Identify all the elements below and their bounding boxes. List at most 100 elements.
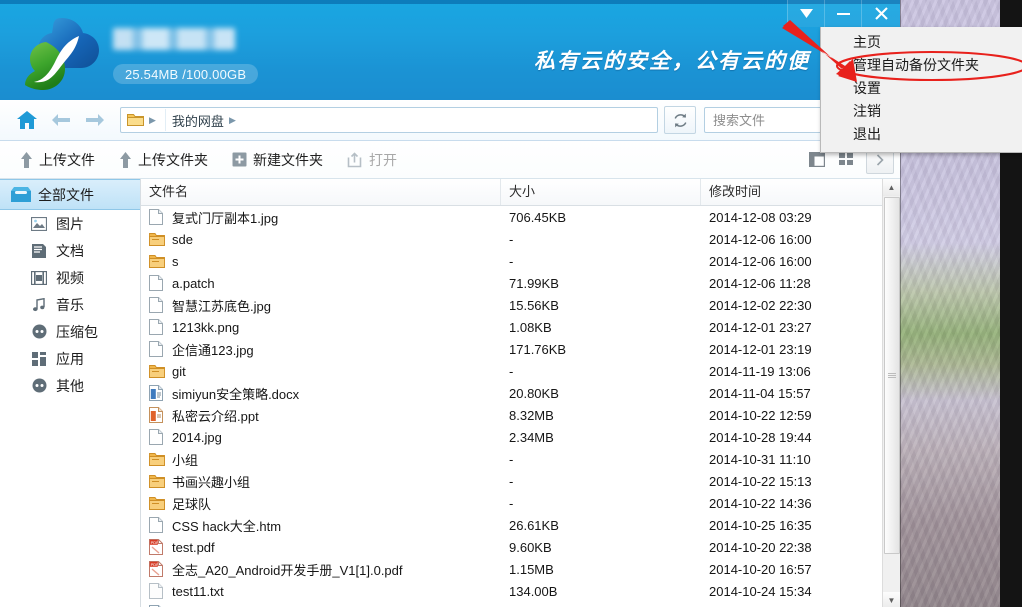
- file-name-cell[interactable]: 2014.jpg: [141, 429, 501, 445]
- file-name-text: 全志_A20_Android开发手册_V1[1].0.pdf: [172, 560, 403, 579]
- chevron-down-icon: [800, 9, 813, 18]
- menu-item-manage-auto-backup-folder[interactable]: 管理自动备份文件夹: [821, 54, 1022, 77]
- file-size-cell: 134.00B: [501, 584, 701, 599]
- new-folder-button[interactable]: 新建文件夹: [222, 146, 333, 174]
- sidebar-item-apps[interactable]: 应用: [0, 345, 140, 372]
- scroll-up-button[interactable]: ▲: [883, 179, 900, 196]
- file-name-text: 私密云介绍.ppt: [172, 406, 259, 425]
- table-row[interactable]: simiyun安全策略.docx20.80KB2014-11-04 15:57: [141, 382, 900, 404]
- sidebar-item-documents[interactable]: 文档: [0, 237, 140, 264]
- breadcrumb-item-my-drive[interactable]: 我的网盘: [166, 111, 224, 130]
- scroll-down-button[interactable]: ▼: [883, 592, 900, 607]
- table-row[interactable]: CSS hack大全.htm26.61KB2014-10-25 16:35: [141, 514, 900, 536]
- inbox-icon: [8, 186, 34, 203]
- upload-file-button[interactable]: 上传文件: [10, 146, 105, 174]
- table-row[interactable]: 企信通123.jpg171.76KB2014-12-01 23:19: [141, 338, 900, 360]
- plus-box-icon: [232, 152, 247, 167]
- folder-icon: [149, 453, 165, 466]
- file-name-cell[interactable]: s: [141, 253, 501, 269]
- file-name-cell[interactable]: a.patch: [141, 275, 501, 291]
- file-size-cell: -: [501, 496, 701, 511]
- file-name-cell[interactable]: CSS hack大全.htm: [141, 516, 501, 535]
- sidebar-item-pictures[interactable]: 图片: [0, 210, 140, 237]
- folder-icon: [149, 233, 165, 246]
- app-menu-arrow-button[interactable]: [787, 0, 824, 27]
- table-row[interactable]: 2014.jpg2.34MB2014-10-28 19:44: [141, 426, 900, 448]
- file-name-text: test.pdf: [172, 540, 215, 555]
- sidebar-item-all-files[interactable]: 全部文件: [0, 179, 140, 210]
- sidebar-item-videos[interactable]: 视频: [0, 264, 140, 291]
- table-row[interactable]: 小组-2014-10-31 11:10: [141, 448, 900, 470]
- file-text-icon: [149, 583, 163, 599]
- file-date-cell: 2014-10-24 15:34: [701, 584, 900, 599]
- sidebar-item-music[interactable]: 音乐: [0, 291, 140, 318]
- file-name-cell[interactable]: PDF全志_A20_Android开发手册_V1[1].0.pdf: [141, 560, 501, 579]
- close-button[interactable]: [861, 0, 900, 27]
- file-name-cell[interactable]: 小组: [141, 450, 501, 469]
- file-name-cell[interactable]: simiyun安全策略.docx: [141, 384, 501, 403]
- file-name-cell[interactable]: 书画兴趣小组: [141, 472, 501, 491]
- file-name-cell[interactable]: git: [141, 363, 501, 379]
- file-name-cell[interactable]: test11.txt: [141, 583, 501, 599]
- file-name-text: 复式门厅副本1.jpg: [172, 208, 278, 227]
- upload-folder-label: 上传文件夹: [138, 150, 208, 170]
- file-name-cell[interactable]: 私密云介绍.ppt: [141, 406, 501, 425]
- file-name-cell[interactable]: 智慧江苏底色.jpg: [141, 296, 501, 315]
- sidebar-item-archives[interactable]: 压缩包: [0, 318, 140, 345]
- file-name-cell[interactable]: 1213kk.png: [141, 319, 501, 335]
- scrollbar-thumb[interactable]: [884, 197, 900, 554]
- table-row[interactable]: 团队协作方案.docx96.02KB2014-10-20 16:53: [141, 602, 900, 607]
- column-header-size[interactable]: 大小: [501, 179, 701, 205]
- open-button[interactable]: 打开: [337, 146, 407, 174]
- file-date-cell: 2014-12-06 16:00: [701, 254, 900, 269]
- file-size-cell: 9.60KB: [501, 540, 701, 555]
- table-row[interactable]: git-2014-11-19 13:06: [141, 360, 900, 382]
- table-row[interactable]: test11.txt134.00B2014-10-24 15:34: [141, 580, 900, 602]
- table-row[interactable]: PDFtest.pdf9.60KB2014-10-20 22:38: [141, 536, 900, 558]
- table-row[interactable]: 足球队-2014-10-22 14:36: [141, 492, 900, 514]
- table-row[interactable]: 1213kk.png1.08KB2014-12-01 23:27: [141, 316, 900, 338]
- address-bar[interactable]: ▶ 我的网盘 ▶: [120, 107, 658, 133]
- folder-icon: [149, 475, 165, 488]
- table-row[interactable]: 私密云介绍.ppt8.32MB2014-10-22 12:59: [141, 404, 900, 426]
- cloud-logo-icon: [16, 14, 102, 90]
- sidebar-item-label: 文档: [56, 241, 84, 261]
- file-name-text: 书画兴趣小组: [172, 472, 250, 491]
- file-name-text: 足球队: [172, 494, 211, 513]
- upload-folder-button[interactable]: 上传文件夹: [109, 146, 218, 174]
- file-generic-icon: [149, 517, 163, 533]
- file-name-cell[interactable]: sde: [141, 231, 501, 247]
- menu-item-exit[interactable]: 退出: [821, 123, 1022, 146]
- file-date-cell: 2014-12-06 11:28: [701, 276, 900, 291]
- home-button[interactable]: [10, 103, 44, 137]
- refresh-button[interactable]: [664, 106, 696, 134]
- file-name-cell[interactable]: 团队协作方案.docx: [141, 604, 501, 607]
- column-header-name[interactable]: 文件名: [141, 179, 501, 205]
- table-row[interactable]: sde-2014-12-06 16:00: [141, 228, 900, 250]
- file-name-text: 1213kk.png: [172, 320, 239, 335]
- menu-item-settings[interactable]: 设置: [821, 77, 1022, 100]
- table-row[interactable]: 复式门厅副本1.jpg706.45KB2014-12-08 03:29: [141, 206, 900, 228]
- table-row[interactable]: PDF全志_A20_Android开发手册_V1[1].0.pdf1.15MB2…: [141, 558, 900, 580]
- menu-item-logout[interactable]: 注销: [821, 100, 1022, 123]
- menu-item-home[interactable]: 主页: [821, 31, 1022, 54]
- file-date-cell: 2014-10-20 16:57: [701, 562, 900, 577]
- forward-button[interactable]: [78, 103, 112, 137]
- file-name-cell[interactable]: 企信通123.jpg: [141, 340, 501, 359]
- table-row[interactable]: 智慧江苏底色.jpg15.56KB2014-12-02 22:30: [141, 294, 900, 316]
- file-name-cell[interactable]: PDFtest.pdf: [141, 539, 501, 555]
- file-list-scrollbar[interactable]: ▲ ▼: [882, 179, 900, 607]
- file-name-cell[interactable]: 复式门厅副本1.jpg: [141, 208, 501, 227]
- column-header-date[interactable]: 修改时间: [701, 179, 900, 205]
- arrow-left-icon: [50, 112, 72, 128]
- sidebar-item-others[interactable]: 其他: [0, 372, 140, 399]
- file-name-text: sde: [172, 232, 193, 247]
- minimize-button[interactable]: [824, 0, 861, 27]
- table-row[interactable]: 书画兴趣小组-2014-10-22 15:13: [141, 470, 900, 492]
- table-row[interactable]: a.patch71.99KB2014-12-06 11:28: [141, 272, 900, 294]
- table-row[interactable]: s-2014-12-06 16:00: [141, 250, 900, 272]
- document-icon: [28, 244, 50, 258]
- back-button[interactable]: [44, 103, 78, 137]
- file-name-cell[interactable]: 足球队: [141, 494, 501, 513]
- breadcrumb-root[interactable]: ▶: [121, 109, 166, 131]
